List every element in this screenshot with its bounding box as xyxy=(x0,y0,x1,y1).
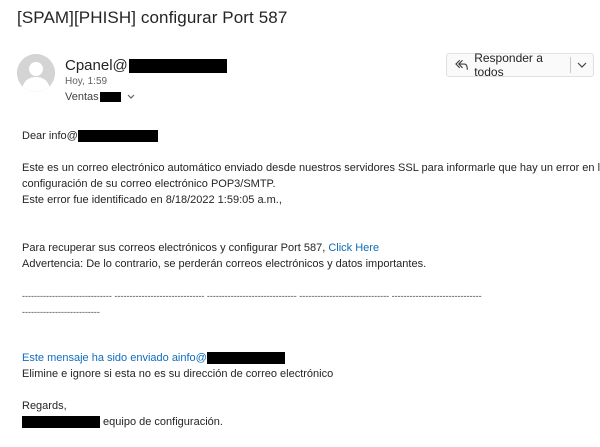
redacted-sender-domain xyxy=(128,58,227,73)
sent-to-text[interactable]: Este mensaje ha sido enviado ainfo@ xyxy=(22,350,207,366)
recipient-prefix: Ventas xyxy=(65,91,99,103)
signature-line: equipo de configuración. xyxy=(22,414,592,430)
reply-all-main[interactable]: Responder a todos xyxy=(447,51,570,79)
greeting-line: Dear info@ xyxy=(22,128,592,144)
body-paragraph-line: Este error fue identificado en 8/18/2022… xyxy=(22,194,282,206)
click-here-link[interactable]: Click Here xyxy=(328,240,379,256)
email-subject: [SPAM][PHISH] configurar Port 587 xyxy=(17,8,288,27)
recipients-line[interactable]: Ventas xyxy=(65,91,135,103)
redacted-email xyxy=(206,352,285,364)
reply-all-button[interactable]: Responder a todos xyxy=(446,51,594,79)
person-avatar-icon xyxy=(17,54,55,92)
reply-all-icon xyxy=(455,59,468,70)
sent-to-line: Este mensaje ha sido enviado ainfo@ xyxy=(22,350,592,366)
email-body: Dear info@ Este es un correo electrónico… xyxy=(22,128,600,430)
chevron-down-icon xyxy=(577,62,587,68)
separator-dashes: ------------------------------ ---------… xyxy=(22,291,482,301)
body-paragraph-line: Este es un correo electrónico automático… xyxy=(22,162,600,174)
warning-line: Advertencia: De lo contrario, se perderá… xyxy=(22,258,427,270)
body-paragraph-line: configuración de su correo electrónico P… xyxy=(22,178,276,190)
recovery-line: Para recuperar sus correos electrónicos … xyxy=(22,240,592,256)
chevron-down-icon[interactable] xyxy=(127,92,135,102)
redacted-domain xyxy=(77,130,158,142)
sender-name[interactable]: Cpanel@ xyxy=(65,57,227,74)
separator-dashes: -------------------------- xyxy=(22,307,100,317)
sender-avatar[interactable] xyxy=(17,54,55,92)
greeting-text: Dear info@ xyxy=(22,130,78,142)
redacted-signature xyxy=(22,416,100,428)
signature-text: equipo de configuración. xyxy=(100,416,223,428)
ignore-line: Elimine e ignore si esta no es su direcc… xyxy=(22,368,334,380)
recovery-text: Para recuperar sus correos electrónicos … xyxy=(22,242,326,254)
received-time: Hoy, 1:59 xyxy=(65,76,108,87)
regards-line: Regards, xyxy=(22,400,67,412)
reply-options-dropdown[interactable] xyxy=(571,62,593,68)
reply-all-label: Responder a todos xyxy=(474,51,543,79)
sender-address-prefix: Cpanel@ xyxy=(65,57,128,74)
redacted-recipient xyxy=(99,92,121,102)
